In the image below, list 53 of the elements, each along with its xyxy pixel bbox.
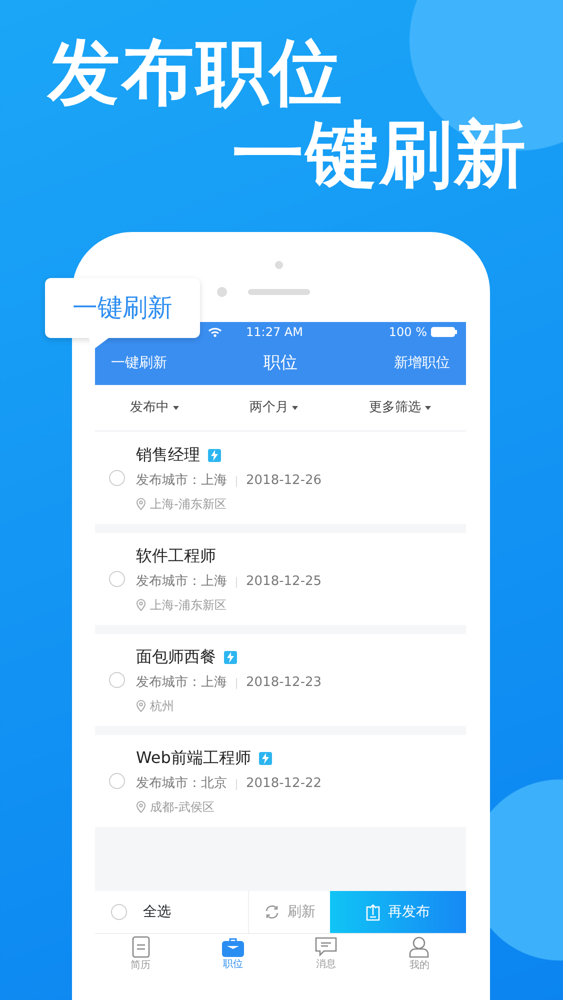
headline: 发布职位 bbox=[48, 36, 345, 108]
job-location: 上海-浦东新区 bbox=[150, 496, 226, 513]
battery-icon bbox=[431, 327, 458, 337]
job-card[interactable]: 销售经理 发布城市：上海 2018-12-26 上海-浦东新区 bbox=[95, 432, 466, 524]
location-pin-icon bbox=[136, 498, 146, 510]
upload-icon bbox=[366, 904, 380, 920]
job-card[interactable]: 软件工程师 发布城市：上海 2018-12-25 上海-浦东新区 bbox=[95, 533, 466, 625]
job-checkbox[interactable] bbox=[109, 571, 125, 587]
document-icon bbox=[132, 936, 150, 958]
screen-title: 职位 bbox=[264, 352, 298, 375]
publish-date: 2018-12-25 bbox=[246, 573, 322, 592]
callout-tooltip: 一键刷新 bbox=[45, 278, 200, 338]
job-title: 软件工程师 bbox=[136, 545, 216, 568]
location-pin-icon bbox=[136, 700, 146, 712]
publish-city: 发布城市：北京 bbox=[136, 775, 227, 794]
wifi-icon bbox=[208, 327, 222, 337]
job-card[interactable]: Web前端工程师 发布城市：北京 2018-12-22 成都-武侯区 bbox=[95, 735, 466, 827]
battery-level: 100 % bbox=[388, 324, 427, 341]
job-checkbox[interactable] bbox=[109, 672, 125, 688]
job-location: 上海-浦东新区 bbox=[150, 596, 226, 614]
status-time: 11:27 AM bbox=[246, 324, 303, 341]
callout-tail-icon bbox=[88, 337, 110, 349]
speaker-icon bbox=[248, 289, 310, 295]
caret-icon bbox=[173, 406, 180, 410]
job-card[interactable]: 面包师西餐 发布城市：上海 2018-12-23 杭州 bbox=[95, 634, 466, 726]
location-pin-icon bbox=[136, 800, 146, 813]
job-location: 杭州 bbox=[150, 698, 174, 715]
person-icon bbox=[408, 936, 430, 958]
job-location: 成都-武侯区 bbox=[150, 798, 214, 816]
caret-icon bbox=[424, 406, 431, 410]
publish-city: 发布城市：上海 bbox=[136, 674, 227, 692]
publish-date: 2018-12-22 bbox=[246, 775, 322, 794]
job-title: 面包师西餐 bbox=[136, 646, 216, 668]
location-pin-icon bbox=[136, 598, 146, 611]
publish-date: 2018-12-23 bbox=[246, 674, 322, 692]
job-title: Web前端工程师 bbox=[136, 747, 251, 770]
publish-city: 发布城市：上海 bbox=[136, 573, 227, 592]
job-checkbox[interactable] bbox=[109, 773, 125, 789]
headline: 一键刷新 bbox=[232, 118, 528, 190]
camera-icon bbox=[217, 287, 227, 297]
job-title: 销售经理 bbox=[136, 444, 200, 466]
publish-city: 发布城市：上海 bbox=[136, 472, 227, 490]
briefcase-icon bbox=[222, 937, 244, 957]
refresh-icon bbox=[264, 904, 280, 920]
chat-icon bbox=[315, 937, 338, 957]
publish-date: 2018-12-26 bbox=[246, 472, 322, 490]
filter-dropdown[interactable]: 更多筛选 bbox=[368, 398, 431, 418]
caret-icon bbox=[292, 406, 298, 410]
sensor-icon bbox=[275, 261, 283, 269]
job-checkbox[interactable] bbox=[109, 470, 125, 486]
filter-dropdown[interactable]: 发布中 bbox=[130, 398, 180, 418]
filter-dropdown[interactable]: 两个月 bbox=[249, 398, 298, 418]
select-all-checkbox[interactable]: 全选 bbox=[95, 891, 248, 933]
